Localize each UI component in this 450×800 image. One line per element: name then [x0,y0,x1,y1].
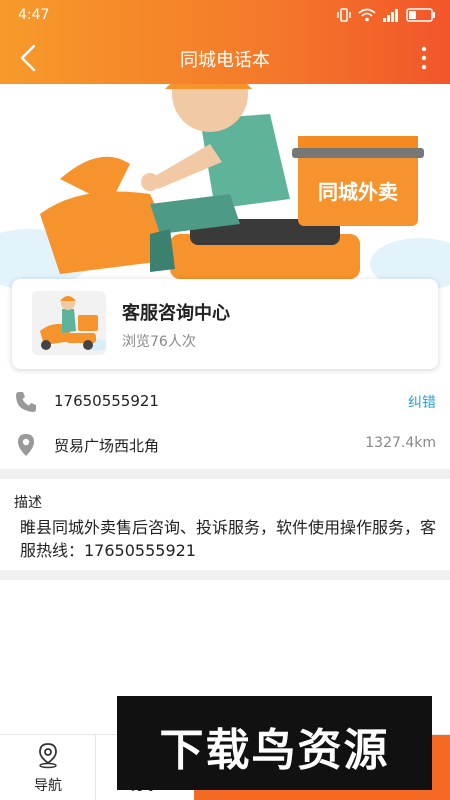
distance-text: 1327.4km [365,435,436,451]
app-bar: 同城电话本 [0,32,450,84]
phone-row[interactable]: 17650555921 纠错 [0,381,450,423]
banner-image: 同城外卖 [0,84,450,289]
delivery-rider-illustration: 同城外卖 [0,84,450,289]
navigate-button[interactable]: 导航 [0,735,96,800]
delivery-thumbnail-illustration [32,291,106,355]
address-text: 贸易广场西北角 [54,437,160,455]
signal-icon [383,9,398,22]
watermark-text: 下载鸟资源 [159,725,390,776]
card-thumbnail [32,291,106,355]
wifi-icon [358,8,376,22]
description-text: 睢县同城外卖售后咨询、投诉服务，软件使用操作服务，客服热线：1765055592… [20,518,437,560]
more-vertical-icon [421,46,427,70]
info-card: 客服咨询中心 浏览76人次 [12,279,438,369]
battery-icon [406,8,435,22]
section-divider [0,570,450,580]
delivery-box-label: 同城外卖 [318,180,398,204]
status-time: 4:47 [18,7,50,23]
report-error-link[interactable]: 纠错 [408,392,436,412]
vibrate-icon [337,8,351,22]
phone-icon [16,392,36,412]
navigation-pin-icon [39,743,57,769]
navigate-label: 导航 [34,778,62,794]
view-count: 浏览76人次 [122,334,196,350]
phone-number[interactable]: 17650555921 [54,392,159,410]
more-options-button[interactable] [416,42,432,74]
card-title: 客服咨询中心 [122,303,230,324]
status-bar: 4:47 [0,0,450,32]
location-pin-icon [18,434,34,456]
status-icons [336,8,436,22]
address-row[interactable]: 贸易广场西北角 1327.4km [0,424,450,466]
watermark-overlay: 下载鸟资源 [117,696,432,790]
description-title: 描述 [14,495,42,511]
page-title: 同城电话本 [180,50,270,71]
section-divider [0,469,450,479]
